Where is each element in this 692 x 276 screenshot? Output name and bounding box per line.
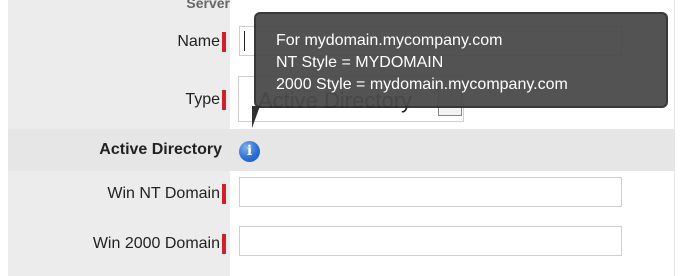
tooltip-pointer bbox=[252, 106, 260, 128]
win-nt-domain-field[interactable] bbox=[239, 177, 622, 207]
required-marker bbox=[222, 32, 226, 52]
tooltip-line: NT Style = MYDOMAIN bbox=[276, 54, 444, 71]
required-marker bbox=[222, 184, 226, 204]
type-label: Type bbox=[185, 91, 220, 108]
required-marker bbox=[222, 234, 226, 254]
info-icon[interactable]: i bbox=[239, 141, 260, 162]
section-header-server: Server bbox=[186, 0, 230, 9]
required-marker bbox=[222, 90, 226, 110]
active-directory-section: Active Directory bbox=[8, 129, 674, 171]
tooltip-line: For mydomain.mycompany.com bbox=[276, 32, 503, 49]
section-title: Active Directory bbox=[99, 141, 222, 158]
name-label: Name bbox=[177, 33, 220, 50]
win-2000-domain-label: Win 2000 Domain bbox=[92, 235, 220, 252]
tooltip: For mydomain.mycompany.com NT Style = MY… bbox=[254, 12, 668, 108]
tooltip-line: 2000 Style = mydomain.mycompany.com bbox=[276, 76, 568, 93]
win-2000-domain-field[interactable] bbox=[239, 226, 622, 256]
text-cursor bbox=[244, 31, 245, 51]
win-nt-domain-label: Win NT Domain bbox=[107, 185, 220, 202]
